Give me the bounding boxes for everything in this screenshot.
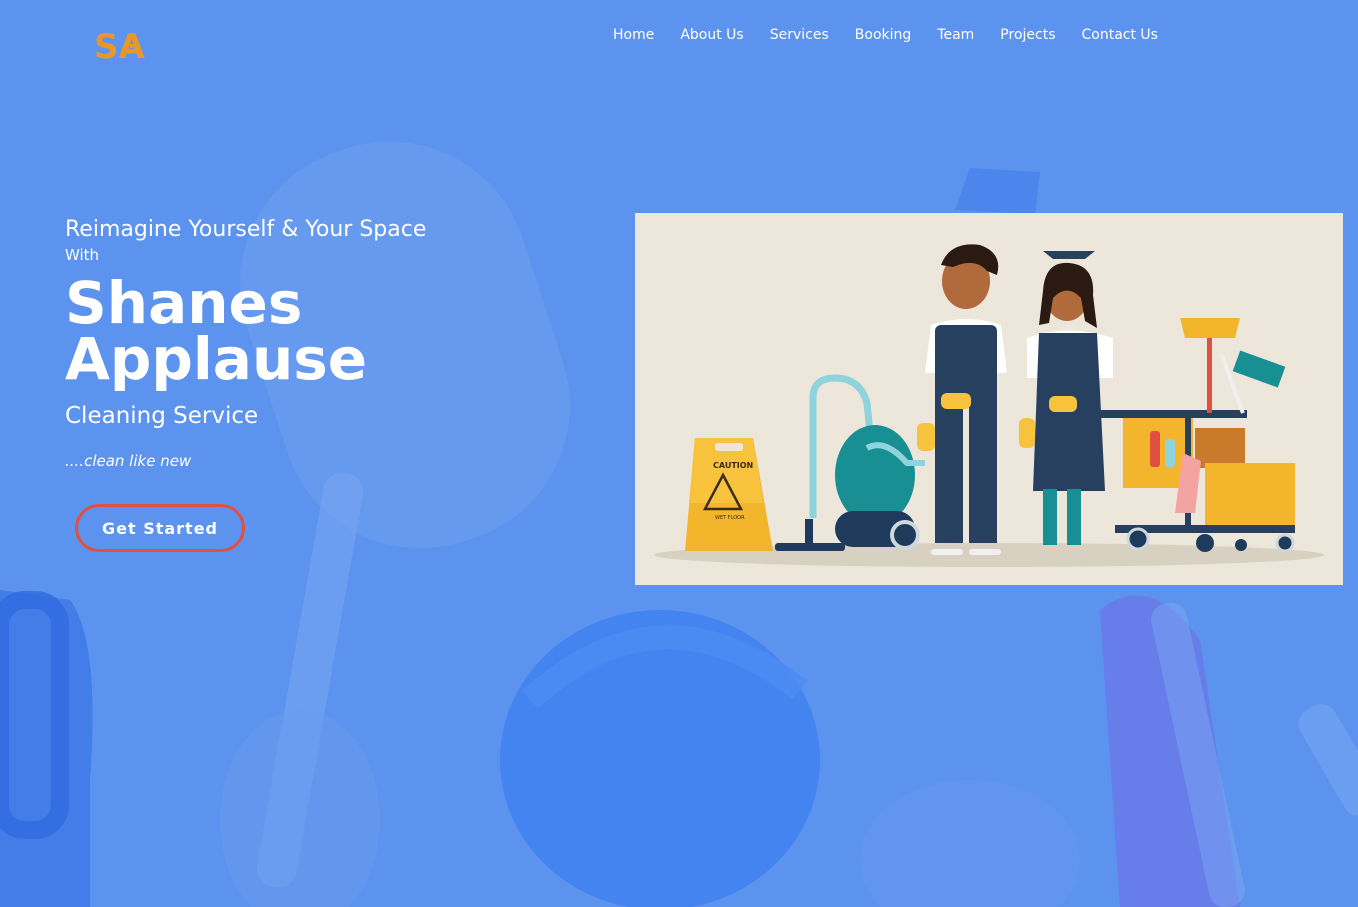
caution-sign-text: WET FLOOR [715, 515, 745, 521]
nav-contact-us[interactable]: Contact Us [1069, 25, 1171, 45]
nav-team[interactable]: Team [924, 25, 987, 45]
brand-line-2: Applause [65, 325, 368, 393]
nav-services[interactable]: Services [757, 25, 842, 45]
site-logo[interactable]: SA [92, 22, 148, 66]
nav-home[interactable]: Home [600, 25, 667, 45]
brand-name: Shanes Applause [65, 274, 585, 388]
nav-about-us[interactable]: About Us [667, 25, 756, 45]
hero-with: With [65, 246, 100, 264]
get-started-button[interactable]: Get Started [75, 504, 245, 552]
hero-section: Reimagine Yourself & Your Space With Sha… [65, 215, 585, 471]
nav-projects[interactable]: Projects [987, 25, 1068, 45]
nav-booking[interactable]: Booking [842, 25, 925, 45]
caution-sign-title: CAUTION [713, 461, 753, 470]
hero-tagline: Reimagine Yourself & Your Space [65, 217, 427, 242]
hero-subtitle: Cleaning Service [65, 403, 259, 429]
hero-slogan: ....clean like new [65, 452, 192, 470]
cleaning-crew-illustration: CAUTION WET FLOOR [635, 213, 1343, 585]
main-nav: Home About Us Services Booking Team Proj… [600, 25, 1171, 45]
